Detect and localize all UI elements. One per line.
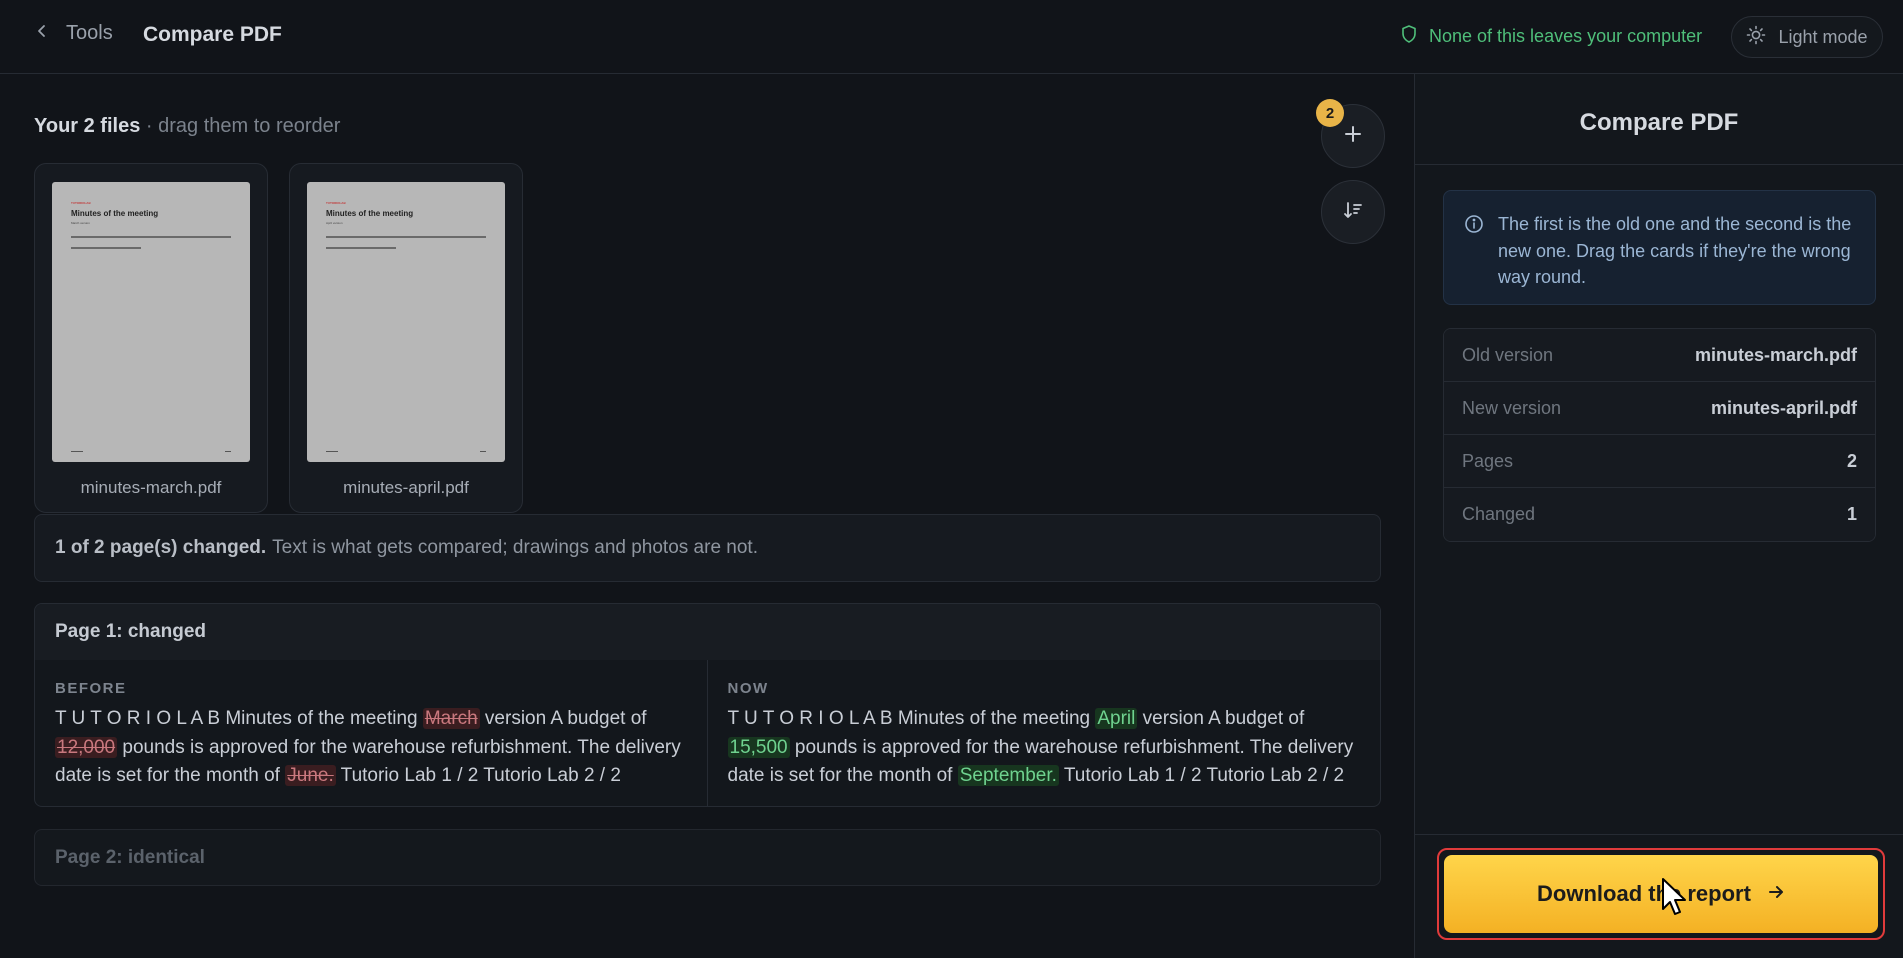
sort-files-button[interactable] — [1321, 180, 1385, 244]
thumb-subtitle: April version — [326, 221, 343, 225]
text-segment: T U T O R I O L A B Minutes of the meeti… — [55, 708, 423, 729]
sidebar-title: Compare PDF — [1579, 109, 1739, 136]
sort-icon — [1342, 199, 1364, 226]
meta-key: Old version — [1462, 344, 1554, 365]
inserted-text: 15,500 — [727, 736, 790, 758]
page-title: Compare PDF — [143, 23, 282, 46]
divider — [1415, 834, 1903, 835]
meta-value: minutes-april.pdf — [1710, 397, 1857, 418]
files-heading-count: Your 2 files — [34, 115, 141, 137]
summary-text: Text is what gets compared; drawings and… — [272, 537, 758, 558]
mouse-pointer-icon — [1661, 877, 1689, 917]
deleted-text: March — [422, 708, 480, 729]
download-label: Download the report — [1537, 881, 1751, 906]
privacy-note: None of this leaves your computer — [1401, 25, 1702, 48]
plus-icon — [1342, 123, 1364, 150]
top-bar: Tools Compare PDF None of this leaves yo… — [0, 0, 1903, 74]
meta-key: New version — [1462, 397, 1562, 418]
files-heading-hint: · drag them to reorder — [140, 115, 341, 137]
inserted-text: April — [1095, 708, 1138, 729]
page-1-diff-panel: Page 1: changed BEFORE T U T O R I O L A… — [34, 603, 1381, 807]
inserted-text: September. — [957, 765, 1059, 786]
file-card[interactable]: TUTORIOLAB Minutes of the meeting April … — [289, 163, 523, 513]
file-count-badge: 2 — [1316, 99, 1344, 127]
sun-icon — [1746, 25, 1766, 50]
before-label: BEFORE — [55, 680, 127, 697]
light-mode-label: Light mode — [1778, 26, 1868, 47]
page-2-title: Page 2: identical — [55, 846, 205, 868]
before-column: BEFORE T U T O R I O L A B Minutes of th… — [35, 660, 708, 806]
thumb-footer — [326, 451, 338, 452]
meta-row-old-version: Old version minutes-march.pdf — [1444, 329, 1875, 382]
chevron-left-icon — [34, 22, 50, 45]
meta-value: minutes-march.pdf — [1694, 344, 1857, 365]
meta-row-pages: Pages 2 — [1444, 435, 1875, 488]
thumb-footer — [71, 451, 83, 452]
back-to-tools-link[interactable]: Tools — [34, 22, 113, 45]
thumb-footer — [480, 451, 486, 452]
pdf-thumbnail: TUTORIOLAB Minutes of the meeting April … — [307, 182, 505, 462]
thumb-title: Minutes of the meeting — [326, 209, 414, 218]
file-name: minutes-april.pdf — [343, 478, 469, 497]
sidebar: Compare PDF The first is the old one and… — [1414, 74, 1903, 958]
privacy-note-text: None of this leaves your computer — [1429, 26, 1703, 46]
now-column: NOW T U T O R I O L A B Minutes of the m… — [708, 660, 1381, 806]
file-card[interactable]: TUTORIOLAB Minutes of the meeting March … — [34, 163, 268, 513]
text-segment: Tutorio Lab 1 / 2 Tutorio Lab 2 / 2 — [1058, 765, 1345, 786]
text-segment: Tutorio Lab 1 / 2 Tutorio Lab 2 / 2 — [335, 765, 621, 786]
thumb-text-line — [326, 236, 486, 238]
meta-value: 2 — [1846, 450, 1857, 471]
thumb-text-line — [71, 236, 231, 238]
now-text: T U T O R I O L A B Minutes of the meeti… — [727, 705, 1361, 791]
arrow-right-icon — [1767, 881, 1785, 907]
info-text: The first is the old one and the second … — [1498, 214, 1852, 287]
deleted-text: 12,000 — [55, 736, 118, 758]
thumb-brand: TUTORIOLAB — [71, 201, 91, 205]
back-label: Tools — [66, 22, 113, 44]
file-name: minutes-march.pdf — [80, 478, 222, 497]
thumb-subtitle: March version — [71, 221, 90, 225]
comparison-meta-table: Old version minutes-march.pdf New versio… — [1443, 328, 1876, 542]
before-text: T U T O R I O L A B Minutes of the meeti… — [55, 705, 687, 791]
summary-strong: 1 of 2 page(s) changed. — [55, 537, 267, 558]
text-segment: T U T O R I O L A B Minutes of the meeti… — [727, 708, 1096, 729]
thumb-text-line — [71, 247, 141, 249]
meta-row-changed: Changed 1 — [1444, 488, 1875, 541]
deleted-text: June. — [285, 765, 336, 786]
meta-key: Pages — [1462, 450, 1514, 471]
comparison-summary: 1 of 2 page(s) changed. Text is what get… — [34, 514, 1381, 582]
pdf-thumbnail: TUTORIOLAB Minutes of the meeting March … — [52, 182, 250, 462]
divider — [1415, 164, 1903, 165]
page-1-title: Page 1: changed — [35, 604, 1380, 660]
meta-value: 1 — [1846, 504, 1857, 524]
light-mode-toggle[interactable]: Light mode — [1731, 16, 1883, 58]
thumb-text-line — [326, 247, 396, 249]
meta-key: Changed — [1462, 504, 1536, 524]
thumb-title: Minutes of the meeting — [71, 209, 159, 218]
page-2-panel[interactable]: Page 2: identical — [34, 829, 1381, 886]
meta-row-new-version: New version minutes-april.pdf — [1444, 382, 1875, 435]
info-callout: The first is the old one and the second … — [1443, 190, 1876, 305]
now-label: NOW — [727, 680, 769, 697]
text-segment: version A budget of — [479, 708, 647, 729]
thumb-footer — [225, 451, 231, 452]
files-heading: Your 2 files · drag them to reorder — [34, 115, 340, 138]
text-segment: version A budget of — [1137, 708, 1305, 729]
thumb-brand: TUTORIOLAB — [326, 201, 346, 205]
shield-icon — [1401, 25, 1417, 48]
